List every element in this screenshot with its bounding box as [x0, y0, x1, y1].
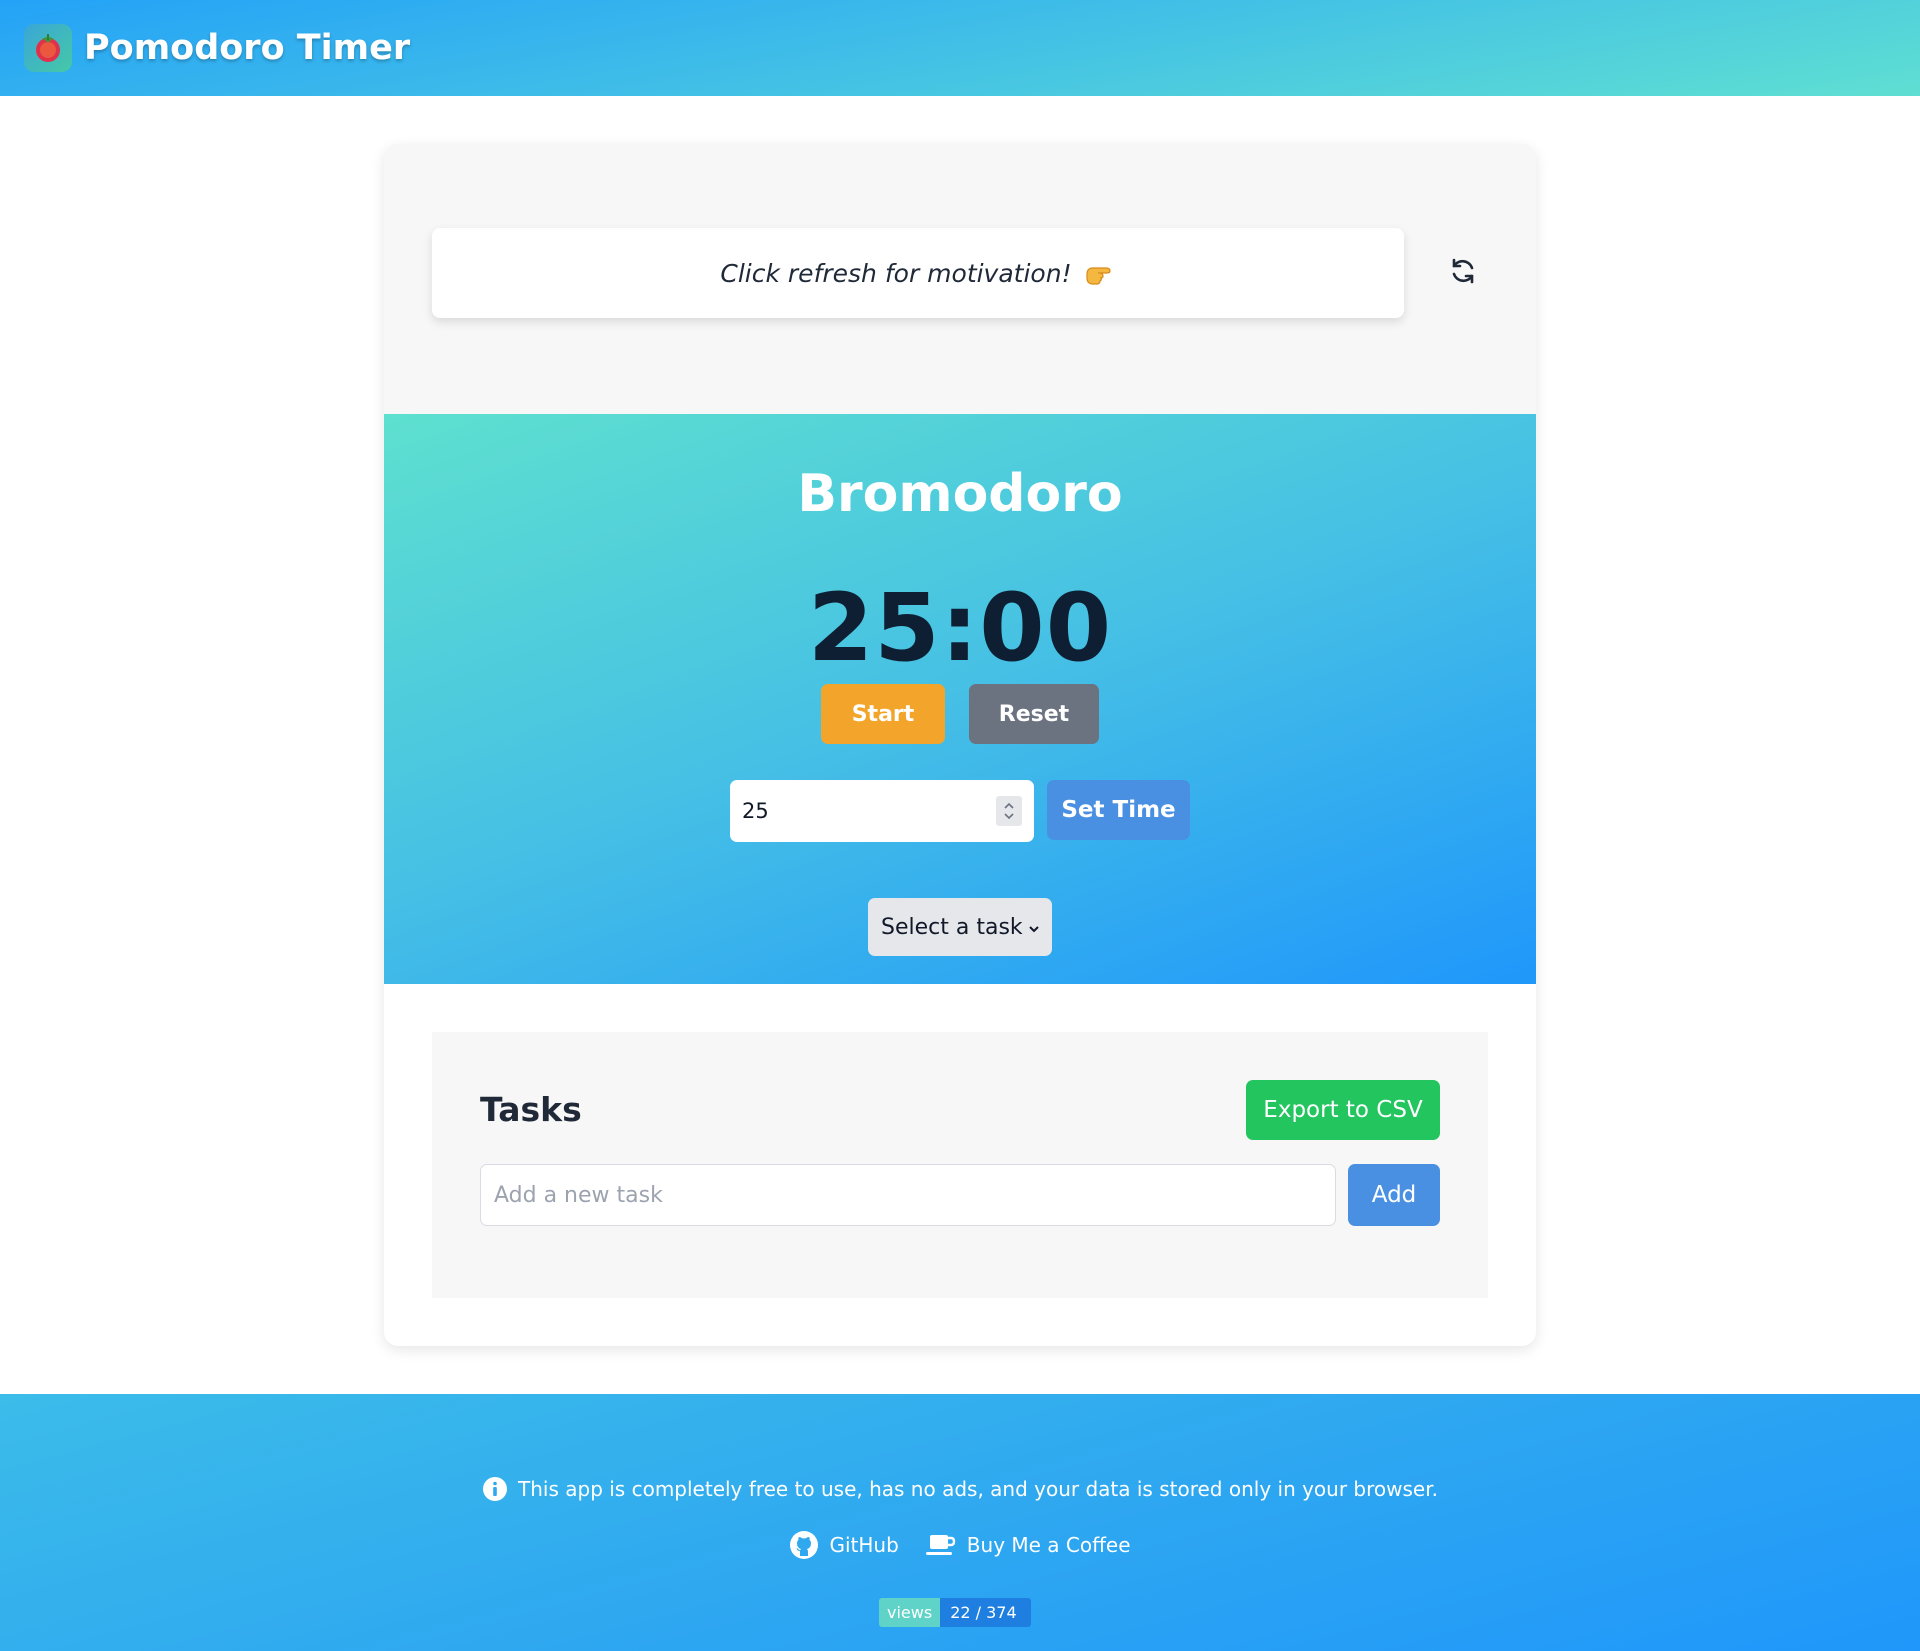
- footer-note: This app is completely free to use, has …: [0, 1476, 1920, 1502]
- github-label: GitHub: [829, 1533, 899, 1557]
- coffee-cup-icon: [925, 1532, 957, 1558]
- minutes-input[interactable]: 25: [730, 780, 1034, 842]
- start-button[interactable]: Start: [821, 684, 945, 744]
- footer-note-text: This app is completely free to use, has …: [518, 1477, 1438, 1501]
- tasks-title: Tasks: [480, 1090, 582, 1129]
- add-task-button[interactable]: Add: [1348, 1164, 1440, 1226]
- info-icon: [482, 1476, 508, 1502]
- page-footer: This app is completely free to use, has …: [0, 1394, 1920, 1651]
- views-count: 22 / 374: [940, 1598, 1031, 1627]
- refresh-icon: [1448, 256, 1478, 290]
- tomato-logo-icon: [24, 24, 72, 72]
- timer-title: Bromodoro: [797, 464, 1123, 524]
- main-card: Click refresh for motivation! Bromodoro: [384, 144, 1536, 1346]
- motivation-section: Click refresh for motivation!: [384, 144, 1536, 414]
- footer-links: GitHub Buy Me a Coffee: [0, 1530, 1920, 1560]
- app-header: Pomodoro Timer: [0, 0, 1920, 96]
- views-badge: views 22 / 374: [879, 1598, 1031, 1627]
- export-csv-button[interactable]: Export to CSV: [1246, 1080, 1440, 1140]
- coffee-label: Buy Me a Coffee: [966, 1533, 1131, 1557]
- new-task-placeholder: Add a new task: [494, 1182, 663, 1208]
- chevron-down-icon: [1026, 918, 1042, 943]
- new-task-input[interactable]: Add a new task: [480, 1164, 1336, 1226]
- task-select[interactable]: Select a task: [868, 898, 1052, 956]
- minutes-value: 25: [742, 799, 769, 823]
- refresh-button[interactable]: [1442, 252, 1484, 294]
- task-select-value: Select a task: [881, 914, 1023, 940]
- reset-button[interactable]: Reset: [969, 684, 1099, 744]
- timer-section: Bromodoro 25:00 Start Reset 25 Set Time …: [384, 414, 1536, 984]
- number-spinner[interactable]: [996, 796, 1022, 826]
- motivation-box: Click refresh for motivation!: [432, 228, 1404, 318]
- buy-me-a-coffee-link[interactable]: Buy Me a Coffee: [925, 1532, 1131, 1558]
- views-label: views: [879, 1598, 941, 1627]
- pointing-hand-icon: [1084, 260, 1116, 286]
- tasks-panel: Tasks Export to CSV Add a new task Add: [432, 1032, 1488, 1298]
- github-icon: [789, 1530, 819, 1560]
- app-title: Pomodoro Timer: [84, 28, 411, 68]
- set-time-button[interactable]: Set Time: [1047, 780, 1190, 840]
- motivation-text: Click refresh for motivation!: [720, 258, 1072, 288]
- timer-display: 25:00: [807, 574, 1113, 683]
- github-link[interactable]: GitHub: [789, 1530, 899, 1560]
